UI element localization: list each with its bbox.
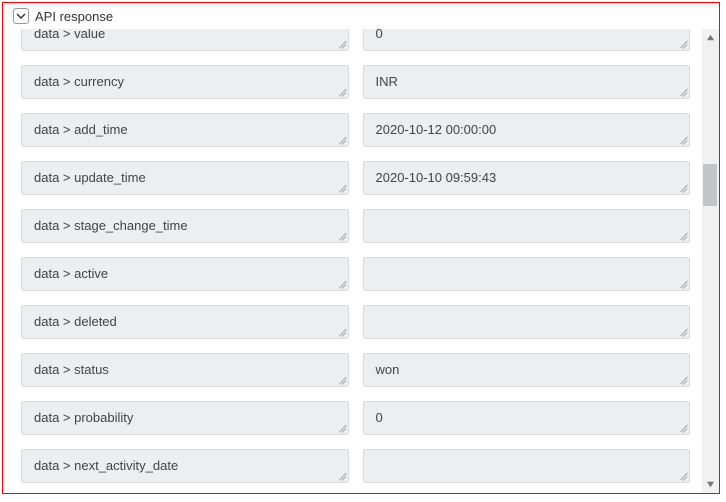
value-text: 0: [376, 29, 383, 41]
value-cell[interactable]: 2020-10-12 00:00:00: [363, 113, 691, 147]
table-row: data > add_time 2020-10-12 00:00:00: [21, 113, 690, 147]
resize-handle-icon[interactable]: [678, 136, 687, 145]
value-cell[interactable]: [363, 449, 691, 483]
resize-handle-icon[interactable]: [337, 328, 346, 337]
value-cell[interactable]: INR: [363, 65, 691, 99]
table-row: data > next_activity_date: [21, 449, 690, 483]
scroll-wrap: data > value 0 data > currency INR data …: [3, 29, 719, 493]
key-cell[interactable]: data > update_time: [21, 161, 349, 195]
api-response-panel: API response data > value 0 data > curre…: [2, 2, 720, 494]
value-text: 2020-10-12 00:00:00: [376, 122, 497, 137]
value-cell[interactable]: [363, 305, 691, 339]
table-row: data > probability 0: [21, 401, 690, 435]
resize-handle-icon[interactable]: [678, 472, 687, 481]
table-row: data > value 0: [21, 29, 690, 51]
resize-handle-icon[interactable]: [337, 136, 346, 145]
value-cell[interactable]: 2020-10-10 09:59:43: [363, 161, 691, 195]
key-cell[interactable]: data > status: [21, 353, 349, 387]
resize-handle-icon[interactable]: [678, 88, 687, 97]
scroll-down-button[interactable]: [702, 476, 719, 493]
key-text: data > stage_change_time: [34, 218, 188, 233]
key-text: data > add_time: [34, 122, 128, 137]
resize-handle-icon[interactable]: [678, 424, 687, 433]
resize-handle-icon[interactable]: [337, 88, 346, 97]
resize-handle-icon[interactable]: [337, 424, 346, 433]
rows-container: data > value 0 data > currency INR data …: [3, 29, 702, 493]
key-text: data > update_time: [34, 170, 146, 185]
key-cell[interactable]: data > add_time: [21, 113, 349, 147]
key-text: data > probability: [34, 410, 133, 425]
resize-handle-icon[interactable]: [678, 232, 687, 241]
key-cell[interactable]: data > probability: [21, 401, 349, 435]
key-cell[interactable]: data > next_activity_date: [21, 449, 349, 483]
value-cell[interactable]: won: [363, 353, 691, 387]
scroll-up-button[interactable]: [702, 29, 719, 46]
key-text: data > value: [34, 29, 105, 41]
resize-handle-icon[interactable]: [678, 40, 687, 49]
key-cell[interactable]: data > deleted: [21, 305, 349, 339]
value-cell[interactable]: [363, 257, 691, 291]
value-text: 2020-10-10 09:59:43: [376, 170, 497, 185]
panel-title: API response: [35, 9, 113, 24]
collapse-toggle[interactable]: [13, 8, 29, 24]
table-row: data > active: [21, 257, 690, 291]
chevron-down-icon: [16, 11, 26, 21]
vertical-scrollbar[interactable]: [702, 29, 719, 493]
resize-handle-icon[interactable]: [337, 376, 346, 385]
resize-handle-icon[interactable]: [337, 184, 346, 193]
scrollbar-track[interactable]: [702, 46, 719, 476]
key-cell[interactable]: data > stage_change_time: [21, 209, 349, 243]
value-text: 0: [376, 410, 383, 425]
key-text: data > active: [34, 266, 108, 281]
table-row: data > currency INR: [21, 65, 690, 99]
key-text: data > currency: [34, 74, 124, 89]
key-text: data > next_activity_date: [34, 458, 178, 473]
value-text: won: [376, 362, 400, 377]
value-cell[interactable]: 0: [363, 29, 691, 51]
table-row: data > stage_change_time: [21, 209, 690, 243]
key-text: data > status: [34, 362, 109, 377]
triangle-down-icon: [706, 480, 715, 489]
key-cell[interactable]: data > value: [21, 29, 349, 51]
value-text: INR: [376, 74, 398, 89]
resize-handle-icon[interactable]: [678, 184, 687, 193]
resize-handle-icon[interactable]: [337, 40, 346, 49]
table-row: data > deleted: [21, 305, 690, 339]
scrollbar-thumb[interactable]: [703, 164, 717, 206]
panel-header: API response: [3, 3, 719, 29]
value-cell[interactable]: 0: [363, 401, 691, 435]
table-row: data > update_time 2020-10-10 09:59:43: [21, 161, 690, 195]
resize-handle-icon[interactable]: [337, 232, 346, 241]
resize-handle-icon[interactable]: [678, 328, 687, 337]
resize-handle-icon[interactable]: [337, 280, 346, 289]
triangle-up-icon: [706, 33, 715, 42]
value-cell[interactable]: [363, 209, 691, 243]
key-cell[interactable]: data > active: [21, 257, 349, 291]
resize-handle-icon[interactable]: [337, 472, 346, 481]
key-text: data > deleted: [34, 314, 117, 329]
table-row: data > status won: [21, 353, 690, 387]
resize-handle-icon[interactable]: [678, 376, 687, 385]
key-cell[interactable]: data > currency: [21, 65, 349, 99]
resize-handle-icon[interactable]: [678, 280, 687, 289]
